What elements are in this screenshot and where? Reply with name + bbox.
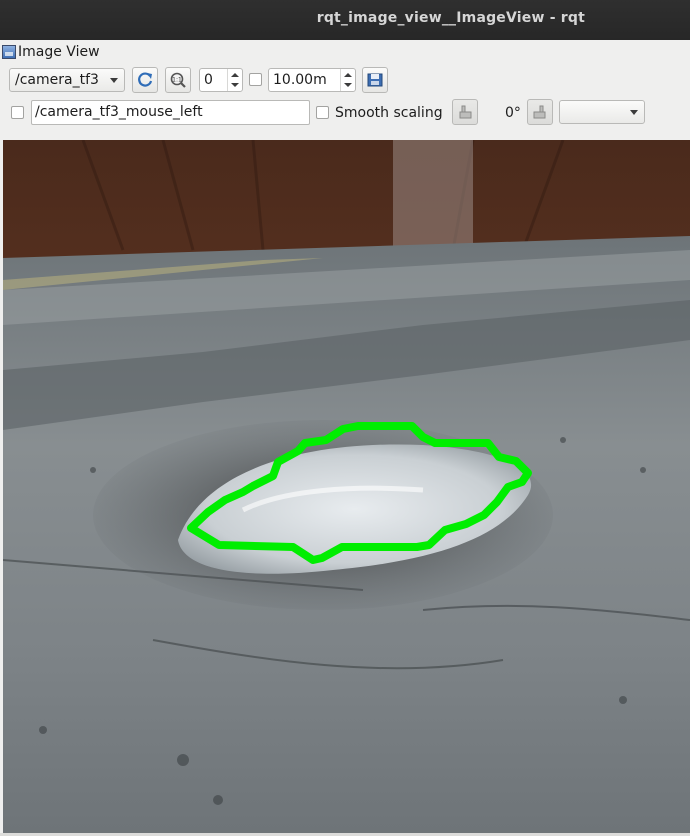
mouse-publish-checkbox[interactable] [11,106,24,119]
spin-up-icon[interactable] [231,73,239,77]
chevron-down-icon [630,110,638,115]
svg-text:1:1: 1:1 [172,77,182,84]
image-display[interactable] [3,140,690,833]
chevron-down-icon [110,78,118,83]
max-depth-value: 10.00m [273,72,327,88]
refresh-icon [138,72,153,87]
rotate-right-button[interactable] [527,99,553,125]
rotate-left-icon [459,105,472,119]
refresh-topics-button[interactable] [132,67,158,93]
zoom-original-button[interactable]: 1:1 [165,67,191,93]
topic-select[interactable]: /camera_tf3 [9,68,125,92]
toolbar-row-1: /camera_tf3 1:1 0 10.00m [0,67,690,95]
save-image-icon [367,73,383,87]
window-title: rqt_image_view__ImageView - rqt [316,10,585,26]
rotation-label: 0° [505,105,521,121]
zoom-original-icon: 1:1 [170,72,186,88]
max-depth-spinbox[interactable]: 10.00m [268,68,356,92]
save-image-button[interactable] [362,67,388,93]
plugin-title: Image View [18,44,100,60]
rotate-left-button[interactable] [452,99,478,125]
rotation-spinbox[interactable]: 0 [199,68,243,92]
spin-up-icon[interactable] [344,73,352,77]
topic-select-value: /camera_tf3 [15,72,99,88]
title-bar[interactable]: rqt_image_view__ImageView - rqt [0,0,690,40]
smooth-scaling-label[interactable]: Smooth scaling [335,105,443,121]
mouse-topic-field[interactable]: /camera_tf3_mouse_left [31,100,310,125]
spin-buttons[interactable] [340,69,355,91]
spin-down-icon[interactable] [231,83,239,87]
camera-image [3,140,690,833]
mouse-topic-value: /camera_tf3_mouse_left [35,104,203,120]
extra-select[interactable] [559,100,645,124]
image-view-icon [2,45,16,59]
plugin-header: Image View [2,42,100,62]
rotate-right-icon [533,105,546,119]
spin-down-icon[interactable] [344,83,352,87]
toolbar-row-2: /camera_tf3_mouse_left Smooth scaling 0° [0,99,690,127]
spin-buttons[interactable] [227,69,242,91]
smooth-scaling-checkbox[interactable] [316,106,329,119]
dynamic-range-checkbox[interactable] [249,73,262,86]
rotation-spinbox-value: 0 [204,72,213,88]
rqt-window: rqt_image_view__ImageView - rqt Image Vi… [0,0,690,836]
